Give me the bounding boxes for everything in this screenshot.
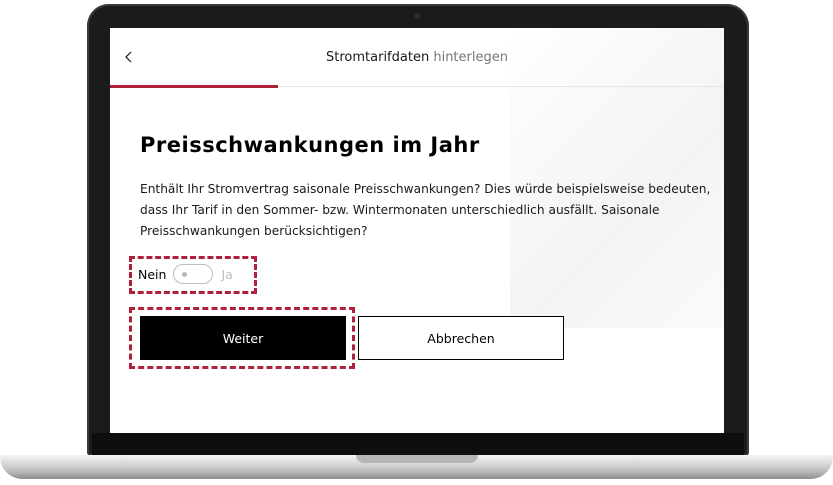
- page-title-sub: hinterlegen: [433, 50, 508, 65]
- section-heading: Preisschwankungen im Jahr: [140, 133, 480, 157]
- weiter-button[interactable]: Weiter: [140, 316, 346, 360]
- top-bar: Stromtarifdaten hinterlegen: [110, 28, 724, 88]
- webcam: [414, 13, 420, 19]
- laptop-notch: [356, 455, 478, 463]
- page-title: Stromtarifdaten hinterlegen: [110, 50, 724, 65]
- toggle-knob: [182, 272, 188, 277]
- season-toggle-row: Nein Ja: [138, 263, 233, 285]
- page-title-main: Stromtarifdaten: [326, 50, 430, 65]
- description-text: Enthält Ihr Stromvertrag saisonale Preis…: [140, 182, 711, 238]
- laptop-mockup: Stromtarifdaten hinterlegen Preisschwank…: [0, 0, 833, 485]
- progress-indicator: [110, 85, 278, 88]
- laptop-chin: [92, 433, 744, 457]
- toggle-label-yes: Ja: [221, 266, 233, 282]
- app-screen: Stromtarifdaten hinterlegen Preisschwank…: [110, 28, 724, 433]
- abbrechen-button[interactable]: Abbrechen: [358, 316, 564, 360]
- toggle-label-no: Nein: [138, 266, 167, 282]
- season-toggle-switch[interactable]: [173, 264, 214, 284]
